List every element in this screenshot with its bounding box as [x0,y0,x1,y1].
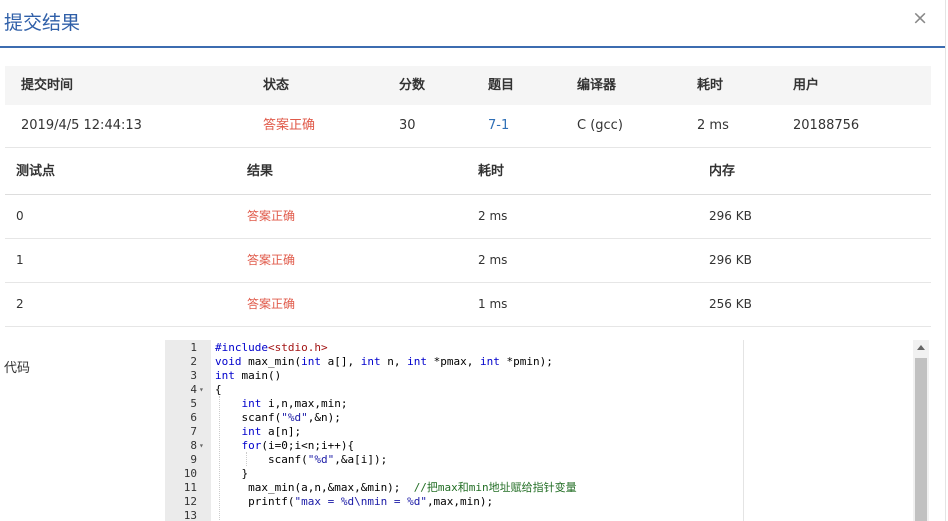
line-number: 5 [190,397,197,410]
close-icon[interactable]: × [912,7,928,29]
code-text: { [215,383,222,396]
table-row: 1 答案正确 2 ms 296 KB [5,239,931,283]
code-text: scanf("%d",&n); [215,411,341,424]
header-result: 结果 [247,164,274,179]
header-time: 耗时 [478,164,505,179]
summary-row: 2019/4/5 12:44:13 答案正确 30 7-1 C (gcc) 2 … [5,105,931,148]
header-status: 状态 [263,78,290,93]
table-row: 0 答案正确 2 ms 296 KB [5,195,931,239]
line-number: 8 [190,439,197,452]
code-text: } [215,467,249,480]
header-score: 分数 [399,78,426,93]
submit-time: 2019/4/5 12:44:13 [21,118,142,133]
table-row: 2 答案正确 1 ms 256 KB [5,283,931,327]
testcase-result: 答案正确 [247,297,296,311]
scrollbar-thumb[interactable] [915,358,927,521]
code-text: printf("max = %d\nmin = %d",max,min); [215,495,494,508]
testcase-time: 2 ms [478,209,508,223]
dialog-title: 提交结果 [4,12,81,34]
testcase-result: 答案正确 [247,209,296,223]
code-text: #include<stdio.h> [215,341,328,354]
testcase-time: 2 ms [478,253,508,267]
code-text: max_min(a,n,&max,&min); //把max和min地址赋给指针… [215,481,577,494]
code-text: for(i=0;i<n;i++){ [241,439,355,452]
line-number: 1 [190,341,197,354]
code-label: 代码 [4,361,31,376]
testcase-memory: 256 KB [709,297,752,311]
line-number: 10 [183,467,197,480]
code-text: void max_min(int a[], int n, int *pmax, … [215,355,553,368]
code-editor[interactable]: 1 #include<stdio.h> 2 void max_min(int a[],… [165,340,743,521]
testcase-table: 测试点 结果 耗时 内存 0 答案正确 2 ms 296 KB 1 答案正确 2… [5,149,931,327]
code-text: int a[n]; [241,425,302,438]
code-text: int main() [215,369,282,382]
line-number: 9 [190,453,197,466]
line-number: 13 [183,509,197,521]
line-number: 12 [183,495,197,508]
line-number: 6 [190,411,197,424]
testcase-id: 2 [16,297,24,311]
scroll-up-arrow-icon[interactable] [917,345,925,350]
fold-arrow-icon[interactable]: ▾ [199,439,204,453]
line-number: 7 [190,425,197,438]
fold-arrow-icon[interactable]: ▾ [199,383,204,397]
dialog-right-border [945,0,946,521]
problem-link[interactable]: 7-1 [488,105,509,147]
line-number: 3 [190,369,197,382]
code-text: scanf("%d",&a[i]); [215,453,388,466]
editor-right-border [743,340,744,521]
testcase-time: 1 ms [478,297,508,311]
summary-header-row: 提交时间 状态 分数 题目 编译器 耗时 用户 [5,66,931,105]
duration-value: 2 ms [697,118,729,133]
header-testcase: 测试点 [16,164,56,179]
testcase-memory: 296 KB [709,253,752,267]
testcase-id: 1 [16,253,24,267]
score-value: 30 [399,118,416,133]
header-user: 用户 [793,78,820,93]
testcase-memory: 296 KB [709,209,752,223]
dialog-header: 提交结果 × [0,0,946,48]
testcase-header-row: 测试点 结果 耗时 内存 [5,149,931,195]
user-value: 20188756 [793,118,860,133]
header-compiler: 编译器 [577,78,617,93]
line-number: 4 [190,383,197,396]
compiler-value: C (gcc) [577,118,623,133]
header-duration: 耗时 [697,78,724,93]
vertical-scrollbar[interactable] [913,340,929,521]
submission-summary-table: 提交时间 状态 分数 题目 编译器 耗时 用户 2019/4/5 12:44:1… [5,66,931,148]
header-submit-time: 提交时间 [21,78,74,93]
line-number: 2 [190,355,197,368]
code-text: int i,n,max,min; [241,397,348,410]
header-problem: 题目 [488,78,515,93]
testcase-id: 0 [16,209,24,223]
status-badge: 答案正确 [263,118,316,133]
testcase-result: 答案正确 [247,253,296,267]
line-number: 11 [183,481,197,494]
header-memory: 内存 [709,164,736,179]
